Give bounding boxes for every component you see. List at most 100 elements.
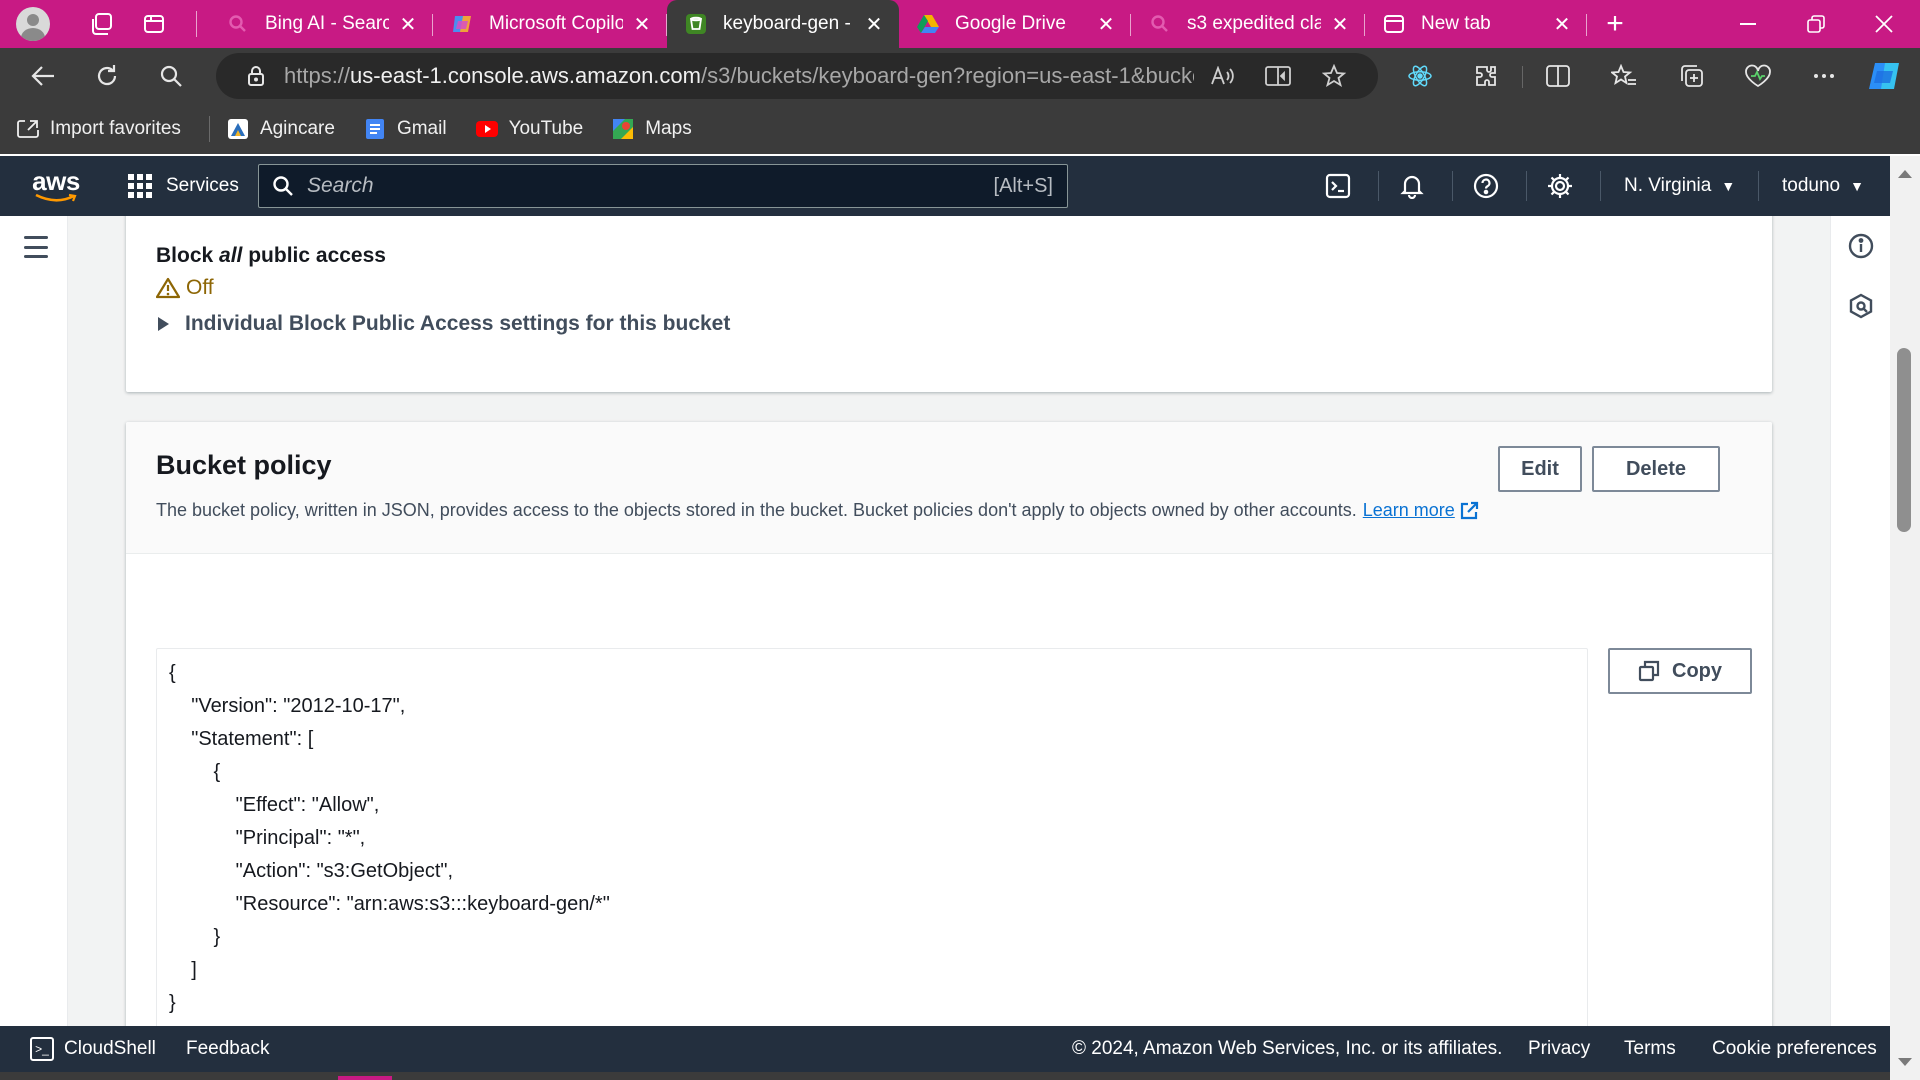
account-menu[interactable]: toduno ▼ — [1782, 156, 1864, 216]
address-bar[interactable]: https://us-east-1.console.aws.amazon.com… — [216, 53, 1378, 99]
cookie-preferences-link[interactable]: Cookie preferences — [1712, 1026, 1877, 1072]
individual-settings-expander[interactable]: Individual Block Public Access settings … — [156, 312, 730, 336]
new-tab-plus-icon[interactable]: + — [1587, 4, 1643, 44]
minimize-icon[interactable] — [1714, 0, 1782, 48]
back-arrow-icon[interactable] — [16, 54, 70, 98]
tab-new-tab[interactable]: New tab ✕ — [1365, 4, 1587, 44]
import-icon — [16, 118, 40, 140]
learn-more-link[interactable]: Learn more — [1363, 500, 1455, 521]
tab-actions-icon[interactable] — [130, 4, 178, 44]
lock-icon[interactable] — [236, 65, 276, 87]
feedback-link[interactable]: Feedback — [186, 1026, 269, 1072]
caret-down-icon: ▼ — [1850, 178, 1864, 194]
favorite-label: Import favorites — [50, 118, 181, 139]
amazon-q-icon[interactable] — [1845, 290, 1877, 322]
aws-console-header: aws Services Search [Alt+S] N. Virginia ▼… — [0, 156, 1890, 216]
react-devtools-icon[interactable] — [1398, 56, 1442, 96]
policy-code-viewer[interactable]: { "Version": "2012-10-17", "Statement": … — [156, 648, 1588, 1026]
scroll-down-arrow-icon[interactable] — [1898, 1058, 1912, 1066]
tab-close-icon[interactable]: ✕ — [863, 13, 885, 36]
restore-icon[interactable] — [1782, 0, 1850, 48]
tab-title: s3 expedited clas — [1187, 13, 1321, 34]
close-window-icon[interactable] — [1850, 0, 1918, 48]
notifications-bell-icon[interactable] — [1390, 166, 1434, 206]
tab-bing-ai[interactable]: Bing AI - Search ✕ — [209, 4, 433, 44]
aws-logo[interactable]: aws — [32, 168, 80, 203]
workspaces-icon[interactable] — [78, 4, 126, 44]
split-screen-icon[interactable] — [1536, 56, 1580, 96]
cloudshell-footer-button[interactable]: >_ CloudShell — [30, 1037, 156, 1061]
tab-copilot[interactable]: Microsoft Copilot ✕ — [433, 4, 667, 44]
favorite-maps[interactable]: Maps — [611, 118, 692, 140]
favorites-bar: Import favorites Agincare Gmail YouTube … — [0, 104, 1920, 154]
bucket-policy-panel: Bucket policy The bucket policy, written… — [126, 422, 1772, 1026]
caret-down-icon: ▼ — [1721, 178, 1736, 194]
tab-close-icon[interactable]: ✕ — [631, 13, 653, 36]
favorite-gmail[interactable]: Gmail — [363, 118, 447, 140]
delete-button[interactable]: Delete — [1592, 446, 1720, 492]
region-selector[interactable]: N. Virginia ▼ — [1624, 156, 1735, 216]
favorite-label: Agincare — [259, 118, 335, 139]
external-link-icon[interactable] — [1459, 501, 1479, 521]
hamburger-menu-icon[interactable] — [24, 236, 48, 258]
edit-button[interactable]: Edit — [1498, 446, 1582, 492]
services-menu-button[interactable]: Services — [128, 174, 239, 198]
info-panel-icon[interactable] — [1845, 230, 1877, 262]
page-scrollbar[interactable] — [1890, 156, 1920, 1080]
tab-google-drive[interactable]: Google Drive ✕ — [899, 4, 1131, 44]
google-drive-favicon — [917, 13, 939, 35]
new-tab-favicon — [1383, 13, 1405, 35]
taskbar-edge — [0, 1072, 1890, 1080]
gmail-favicon — [363, 118, 387, 140]
favorites-icon[interactable] — [1602, 56, 1646, 96]
tab-s3-expedited[interactable]: s3 expedited clas ✕ — [1131, 4, 1365, 44]
bing-search-favicon — [1149, 13, 1171, 35]
collections-icon[interactable] — [1670, 56, 1714, 96]
favorite-agincare[interactable]: Agincare — [226, 118, 335, 140]
refresh-icon[interactable] — [80, 54, 134, 98]
browser-essentials-icon[interactable] — [1736, 56, 1780, 96]
favorite-import[interactable]: Import favorites — [16, 118, 181, 140]
bucket-policy-description: The bucket policy, written in JSON, prov… — [156, 500, 1479, 521]
privacy-link[interactable]: Privacy — [1528, 1026, 1590, 1072]
scroll-thumb[interactable] — [1897, 348, 1911, 532]
browser-tab-strip: Bing AI - Search ✕ Microsoft Copilot ✕ k… — [0, 0, 1920, 48]
url-text[interactable]: https://us-east-1.console.aws.amazon.com… — [284, 63, 1194, 89]
block-public-access-panel: Block all public access Off Individual B… — [126, 216, 1772, 392]
immersive-reader-icon[interactable] — [1250, 65, 1306, 87]
profile-avatar-icon[interactable] — [16, 7, 50, 41]
tab-close-icon[interactable]: ✕ — [1551, 13, 1573, 36]
read-aloud-icon[interactable] — [1194, 66, 1250, 86]
copy-button[interactable]: Copy — [1608, 648, 1752, 694]
terms-link[interactable]: Terms — [1624, 1026, 1676, 1072]
right-utility-rail — [1830, 216, 1890, 1026]
bing-search-favicon — [227, 13, 249, 35]
tab-close-icon[interactable]: ✕ — [1095, 13, 1117, 36]
bucket-policy-title: Bucket policy — [156, 450, 332, 480]
help-icon[interactable] — [1464, 166, 1508, 206]
aws-search-input[interactable]: Search [Alt+S] — [258, 164, 1068, 208]
agincare-favicon — [226, 118, 250, 140]
favorite-label: YouTube — [508, 118, 584, 139]
status-text: Off — [186, 276, 214, 299]
copilot-sidebar-icon[interactable] — [1862, 56, 1906, 96]
scroll-up-arrow-icon[interactable] — [1898, 170, 1912, 178]
settings-gear-icon[interactable] — [1538, 166, 1582, 206]
tab-title: Bing AI - Search — [265, 13, 389, 34]
extensions-icon[interactable] — [1464, 56, 1508, 96]
favorite-star-icon[interactable] — [1306, 64, 1362, 88]
caret-right-icon — [158, 317, 169, 331]
favorite-youtube[interactable]: YouTube — [475, 118, 584, 140]
bucket-policy-header: Bucket policy The bucket policy, written… — [126, 422, 1772, 554]
tab-title: Google Drive — [955, 13, 1066, 34]
search-icon[interactable] — [144, 54, 198, 98]
more-options-icon[interactable] — [1802, 56, 1846, 96]
favorite-label: Maps — [645, 118, 692, 139]
tab-close-icon[interactable]: ✕ — [397, 13, 419, 36]
tab-close-icon[interactable]: ✕ — [1329, 13, 1351, 36]
block-public-access-title: Block all public access — [156, 244, 386, 267]
cloudshell-icon[interactable] — [1316, 166, 1360, 206]
tab-keyboard-gen[interactable]: keyboard-gen - S ✕ — [667, 0, 899, 48]
cloudshell-icon: >_ — [30, 1037, 54, 1061]
favorite-label: Gmail — [396, 118, 447, 139]
